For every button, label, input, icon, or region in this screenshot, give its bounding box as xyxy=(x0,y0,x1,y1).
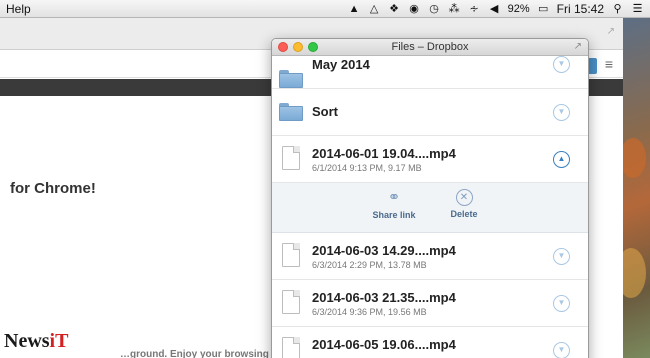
chevron-up-icon[interactable]: ▲ xyxy=(553,151,570,168)
item-name: 2014-06-01 19.04....mp4 xyxy=(312,146,456,161)
window-titlebar[interactable]: Files – Dropbox ↗ xyxy=(272,39,588,56)
item-name: 2014-06-03 21.35....mp4 xyxy=(312,290,456,305)
file-actions-panel: ⚭ Share link ✕ Delete xyxy=(272,183,588,233)
list-item[interactable]: 2014-06-01 19.04....mp4 6/1/2014 9:13 PM… xyxy=(272,136,588,183)
item-meta: 6/1/2014 9:13 PM, 9.17 MB xyxy=(312,163,422,173)
dropbox-files-window: Files – Dropbox ↗ May 2014 ▼ Sort ▼ 2014… xyxy=(271,38,589,358)
chevron-down-icon[interactable]: ▼ xyxy=(553,342,570,358)
spotlight-search-icon[interactable]: ⚲ xyxy=(611,3,624,16)
list-item[interactable]: Sort ▼ xyxy=(272,89,588,136)
battery-percent: 92% xyxy=(507,3,530,15)
browser-menu-icon[interactable]: ≡ xyxy=(601,56,617,72)
file-icon xyxy=(282,243,300,267)
share-link-label: Share link xyxy=(372,210,416,220)
page-body-text: …ground. Enjoy your browsing in xyxy=(120,349,281,358)
chevron-down-icon[interactable]: ▼ xyxy=(553,56,570,73)
file-list: May 2014 ▼ Sort ▼ 2014-06-01 19.04....mp… xyxy=(272,56,588,358)
menu-bar: Help ▲ △ ❖ ◉ ◷ ⁂ ∻ ◀ 92% ▭ Fri 15:42 ⚲ ☰ xyxy=(0,0,650,18)
list-item[interactable]: 2014-06-05 19.06....mp4 ▼ xyxy=(272,327,588,358)
item-name: 2014-06-05 19.06....mp4 xyxy=(312,337,456,352)
list-item[interactable]: 2014-06-03 21.35....mp4 6/3/2014 9:36 PM… xyxy=(272,280,588,327)
status-tray: ▲ △ ❖ ◉ ◷ ⁂ ∻ ◀ 92% ▭ Fri 15:42 ⚲ ☰ xyxy=(348,1,644,17)
creative-cloud-icon[interactable]: ◉ xyxy=(408,3,421,16)
fullscreen-icon[interactable]: ↗ xyxy=(607,26,615,37)
wallpaper-foliage xyxy=(620,138,646,178)
list-item[interactable]: 2014-06-03 14.29....mp4 6/3/2014 2:29 PM… xyxy=(272,233,588,280)
file-icon xyxy=(282,290,300,314)
item-name: May 2014 xyxy=(312,57,370,72)
menu-clock[interactable]: Fri 15:42 xyxy=(557,2,604,16)
list-item[interactable]: May 2014 ▼ xyxy=(272,56,588,89)
page-headline: for Chrome! xyxy=(10,180,96,197)
window-title: Files – Dropbox xyxy=(391,41,469,53)
share-link-button[interactable]: ⚭ Share link xyxy=(364,189,424,220)
folder-icon xyxy=(279,103,303,121)
chevron-down-icon[interactable]: ▼ xyxy=(553,295,570,312)
wifi-icon[interactable]: ∻ xyxy=(468,3,481,16)
link-icon: ⚭ xyxy=(387,189,401,206)
delete-icon: ✕ xyxy=(455,189,473,206)
volume-icon[interactable]: ◀ xyxy=(488,3,501,16)
menu-help[interactable]: Help xyxy=(6,2,31,16)
dropbox-icon[interactable]: ❖ xyxy=(388,3,401,16)
chevron-down-icon[interactable]: ▼ xyxy=(553,248,570,265)
watermark-text: NewsiT xyxy=(4,330,69,352)
notification-center-icon[interactable]: ☰ xyxy=(631,3,644,16)
delete-label: Delete xyxy=(450,209,478,219)
bluetooth-icon[interactable]: ⁂ xyxy=(448,3,461,16)
time-machine-icon[interactable]: ◷ xyxy=(428,3,441,16)
chevron-down-icon[interactable]: ▼ xyxy=(553,104,570,121)
item-meta: 6/3/2014 2:29 PM, 13.78 MB xyxy=(312,260,427,270)
item-name: 2014-06-03 14.29....mp4 xyxy=(312,243,456,258)
delete-button[interactable]: ✕ Delete xyxy=(434,189,494,219)
file-icon xyxy=(282,337,300,358)
file-icon xyxy=(282,146,300,170)
expand-icon[interactable]: ↗ xyxy=(574,41,582,52)
newsit-watermark: NewsiT xyxy=(2,312,112,358)
battery-icon[interactable]: ▭ xyxy=(537,3,550,16)
notification-bell-icon[interactable]: ▲ xyxy=(348,3,361,16)
google-drive-icon[interactable]: △ xyxy=(368,3,381,16)
item-meta: 6/3/2014 9:36 PM, 19.56 MB xyxy=(312,307,427,317)
item-name: Sort xyxy=(312,104,338,119)
folder-icon xyxy=(279,70,303,88)
